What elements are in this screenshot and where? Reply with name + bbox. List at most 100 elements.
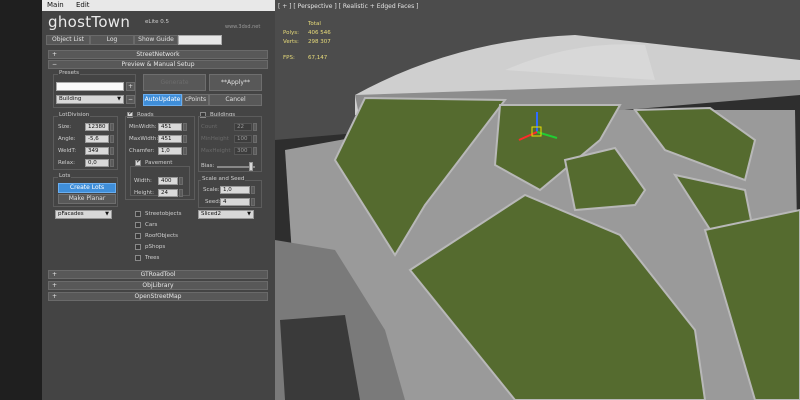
trees-checkbox[interactable] (135, 255, 141, 261)
show-guide-button[interactable]: Show Guide (134, 35, 178, 45)
minwidth-field[interactable]: 451 (158, 123, 182, 131)
stats-total-label: Total (308, 21, 321, 27)
chevron-down-icon: ▼ (247, 211, 251, 217)
seed-spinner[interactable] (251, 198, 255, 206)
size-field[interactable]: 12380 (85, 123, 109, 131)
streetobjects-label: Streetobjects (145, 211, 182, 217)
cars-label: Cars (145, 222, 158, 228)
menu-edit[interactable]: Edit (71, 0, 95, 9)
maxheight-spinner[interactable] (253, 147, 257, 155)
pavement-width-label: Width: (134, 178, 152, 184)
log-button[interactable]: Log (90, 35, 134, 45)
roofobjects-label: RoofObjects (145, 233, 179, 239)
pshops-checkbox[interactable] (135, 244, 141, 250)
streetobjects-checkbox[interactable] (135, 211, 141, 217)
rollout-openstreetmap[interactable]: + OpenStreetMap (48, 292, 268, 301)
expand-icon: + (52, 271, 58, 278)
pavement-width-field[interactable]: 400 (158, 177, 178, 185)
menu-bar: Main Edit (42, 0, 275, 11)
relax-spinner[interactable] (110, 159, 114, 167)
scale-field[interactable]: 1,0 (220, 186, 250, 194)
polys-label: Polys: (283, 30, 299, 36)
rollout-gtroadtool[interactable]: + GTRoadTool (48, 270, 268, 279)
preset-type-dropdown[interactable]: Building ▼ (56, 95, 124, 104)
minwidth-spinner[interactable] (183, 123, 187, 131)
minheight-label: MinHeight (201, 136, 229, 142)
expand-icon: + (52, 51, 58, 58)
seed-label: Seed: (205, 199, 221, 205)
count-field[interactable]: 22 (234, 123, 252, 131)
make-planar-button[interactable]: Make Planar (58, 194, 116, 204)
chamfer-field[interactable]: 1,0 (158, 147, 182, 155)
cpoints-button[interactable]: cPoints (182, 94, 209, 106)
angle-label: Angle: (58, 136, 76, 142)
autoupdate-button[interactable]: AutoUpdate (143, 94, 182, 106)
chamfer-spinner[interactable] (183, 147, 187, 155)
bias-label: Bias: (201, 163, 215, 169)
lotdivision-label: LotDivision (58, 112, 91, 118)
rollout-label: ObjLibrary (142, 282, 174, 289)
polys-value: 406 546 (308, 30, 331, 36)
rollout-street-network[interactable]: + StreetNetwork (48, 50, 268, 59)
object-list-button[interactable]: Object List (46, 35, 90, 45)
rollout-label: StreetNetwork (136, 51, 180, 58)
angle-spinner[interactable] (110, 135, 114, 143)
roofobjects-checkbox[interactable] (135, 233, 141, 239)
maxheight-field[interactable]: 300 (234, 147, 252, 155)
angle-field[interactable]: -5,6 (85, 135, 109, 143)
app-title: ghostTown (48, 13, 131, 31)
minheight-field[interactable]: 100 (234, 135, 252, 143)
add-preset-button[interactable]: + (126, 82, 135, 91)
remove-preset-button[interactable]: − (126, 95, 135, 104)
relax-field[interactable]: 0,0 (85, 159, 109, 167)
guide-field[interactable] (178, 35, 222, 45)
city-scene (275, 0, 800, 400)
lots-label: Lots (58, 173, 72, 179)
size-label: Size: (58, 124, 72, 130)
minheight-spinner[interactable] (253, 135, 257, 143)
sliced-dropdown[interactable]: Sliced2 ▼ (198, 210, 254, 219)
rollout-preview-setup[interactable]: − Preview & Manual Setup (48, 60, 268, 69)
scale-spinner[interactable] (251, 186, 255, 194)
minwidth-label: MinWidth: (129, 124, 157, 130)
relax-label: Relax: (58, 160, 75, 166)
presets-label: Presets (58, 70, 81, 76)
cancel-button[interactable]: Cancel (209, 94, 262, 106)
apply-button[interactable]: **Apply** (209, 74, 262, 91)
pavement-height-label: Height: (134, 190, 155, 196)
menu-main[interactable]: Main (42, 0, 69, 9)
pavement-height-field[interactable]: 24 (158, 189, 178, 197)
sliced-value: Sliced2 (201, 211, 221, 217)
verts-value: 298 307 (308, 39, 331, 45)
rollout-label: OpenStreetMap (134, 293, 182, 300)
scale-seed-label: Scale and Seed (201, 176, 246, 182)
generate-button[interactable]: Generate (143, 74, 206, 91)
chevron-down-icon: ▼ (117, 96, 121, 102)
facades-dropdown[interactable]: pFacades ▼ (55, 210, 112, 219)
expand-icon: + (52, 293, 58, 300)
expand-icon: + (52, 282, 58, 289)
app-url: www.3dsd.net (225, 24, 261, 30)
perspective-viewport[interactable] (275, 0, 800, 400)
cars-checkbox[interactable] (135, 222, 141, 228)
weldt-spinner[interactable] (110, 147, 114, 155)
weldt-field[interactable]: 349 (85, 147, 109, 155)
bias-slider-handle[interactable] (249, 162, 253, 171)
viewport-label[interactable]: [ + ] [ Perspective ] [ Realistic + Edge… (278, 3, 418, 10)
preset-name-input[interactable] (56, 82, 124, 91)
facades-value: pFacades (58, 211, 84, 217)
rollout-objlibrary[interactable]: + ObjLibrary (48, 281, 268, 290)
trees-label: Trees (145, 255, 160, 261)
preset-type-value: Building (59, 96, 82, 102)
pavement-height-spinner[interactable] (179, 189, 183, 197)
seed-field[interactable]: 4 (220, 198, 250, 206)
scale-label: Scale: (203, 187, 220, 193)
pavement-width-spinner[interactable] (179, 177, 183, 185)
rollout-label: GTRoadTool (140, 271, 176, 278)
create-lots-button[interactable]: Create Lots (58, 183, 116, 193)
maxwidth-field[interactable]: 451 (158, 135, 182, 143)
maxwidth-spinner[interactable] (183, 135, 187, 143)
count-spinner[interactable] (253, 123, 257, 131)
app-version: eLite 0.5 (145, 19, 170, 25)
size-spinner[interactable] (110, 123, 114, 131)
